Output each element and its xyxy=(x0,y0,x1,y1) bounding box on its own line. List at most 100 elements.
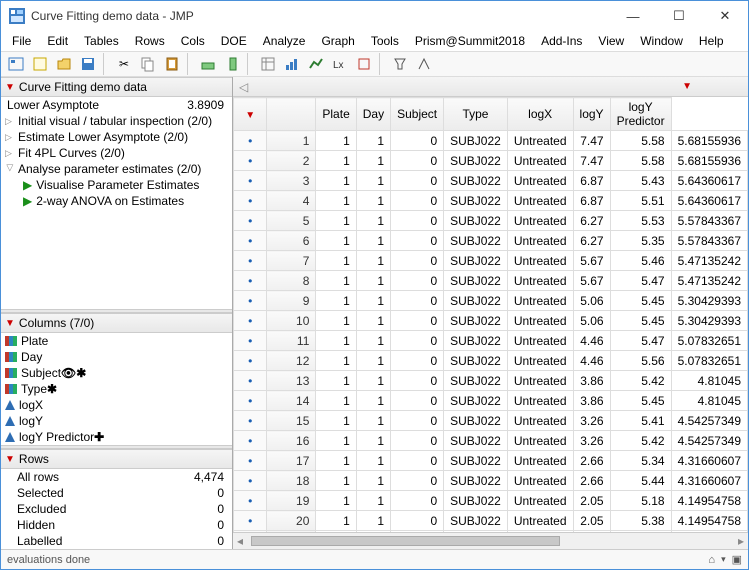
row-marker[interactable]: • xyxy=(234,171,267,191)
cell-pred[interactable]: 4.14954758 xyxy=(671,511,747,531)
row-marker-header[interactable]: ▼ xyxy=(234,98,267,131)
cell-plate[interactable]: 1 xyxy=(316,211,356,231)
cell-subject[interactable]: 0 xyxy=(391,351,444,371)
cell-pred[interactable]: 5.64360617 xyxy=(671,171,747,191)
row-marker[interactable]: • xyxy=(234,191,267,211)
menu-edit[interactable]: Edit xyxy=(40,32,75,50)
cell-type[interactable]: Untreated xyxy=(507,231,573,251)
cell-type[interactable]: Untreated xyxy=(507,451,573,471)
cell-logy[interactable]: 5.58 xyxy=(610,131,671,151)
menu-analyze[interactable]: Analyze xyxy=(256,32,313,50)
cell-plate[interactable]: 1 xyxy=(316,411,356,431)
cell-type[interactable]: Untreated xyxy=(507,311,573,331)
cell-plate[interactable]: 1 xyxy=(316,471,356,491)
row-marker[interactable]: • xyxy=(234,331,267,351)
cell-subjname[interactable]: SUBJ022 xyxy=(444,471,508,491)
column-header[interactable]: Day xyxy=(356,98,390,131)
cell-subject[interactable]: 0 xyxy=(391,471,444,491)
cell-day[interactable]: 1 xyxy=(356,531,390,533)
toolbar-btn-12[interactable] xyxy=(305,53,327,75)
table-row[interactable]: •6110SUBJ022Untreated6.275.355.57843367 xyxy=(234,231,748,251)
row-number[interactable]: 21 xyxy=(267,531,316,533)
cell-day[interactable]: 1 xyxy=(356,211,390,231)
cell-logy[interactable]: 5.56 xyxy=(610,351,671,371)
table-row[interactable]: •8110SUBJ022Untreated5.675.475.47135242 xyxy=(234,271,748,291)
menu-addins[interactable]: Add-Ins xyxy=(534,32,589,50)
cell-day[interactable]: 1 xyxy=(356,171,390,191)
table-row[interactable]: •15110SUBJ022Untreated3.265.414.54257349 xyxy=(234,411,748,431)
row-marker[interactable]: • xyxy=(234,291,267,311)
script-item[interactable]: ▶2-way ANOVA on Estimates xyxy=(1,193,232,209)
horizontal-scrollbar[interactable]: ◂▸ xyxy=(233,532,748,549)
cell-subjname[interactable]: SUBJ022 xyxy=(444,531,508,533)
cell-day[interactable]: 1 xyxy=(356,491,390,511)
cell-subject[interactable]: 0 xyxy=(391,391,444,411)
cell-logx[interactable]: 6.87 xyxy=(573,191,610,211)
cell-type[interactable]: Untreated xyxy=(507,251,573,271)
column-item[interactable]: Type ✱ xyxy=(1,381,232,397)
cell-subjname[interactable]: SUBJ022 xyxy=(444,331,508,351)
cell-plate[interactable]: 1 xyxy=(316,191,356,211)
toolbar-btn-2[interactable] xyxy=(29,53,51,75)
cell-type[interactable]: Untreated xyxy=(507,531,573,533)
cell-subject[interactable]: 0 xyxy=(391,511,444,531)
row-number[interactable]: 17 xyxy=(267,451,316,471)
row-number[interactable]: 10 xyxy=(267,311,316,331)
cell-day[interactable]: 1 xyxy=(356,191,390,211)
cell-logy[interactable]: 5.46 xyxy=(610,251,671,271)
row-marker[interactable]: • xyxy=(234,311,267,331)
cell-pred[interactable]: 5.64360617 xyxy=(671,191,747,211)
cell-pred[interactable]: 5.30429393 xyxy=(671,311,747,331)
toolbar-save-icon[interactable] xyxy=(77,53,99,75)
cell-pred[interactable]: 5.68155936 xyxy=(671,151,747,171)
cell-logx[interactable]: 5.06 xyxy=(573,291,610,311)
cell-logy[interactable]: 5.58 xyxy=(610,151,671,171)
toolbar-paste-icon[interactable] xyxy=(161,53,183,75)
cell-subjname[interactable]: SUBJ022 xyxy=(444,191,508,211)
cell-pred[interactable]: 5.47135242 xyxy=(671,251,747,271)
cell-logx[interactable]: 5.67 xyxy=(573,251,610,271)
cell-subjname[interactable]: SUBJ022 xyxy=(444,271,508,291)
cell-subject[interactable]: 0 xyxy=(391,131,444,151)
cell-logy[interactable]: 5.35 xyxy=(610,231,671,251)
table-row[interactable]: •17110SUBJ022Untreated2.665.344.31660607 xyxy=(234,451,748,471)
cell-plate[interactable]: 1 xyxy=(316,431,356,451)
cell-logx[interactable]: 3.26 xyxy=(573,411,610,431)
menu-rows[interactable]: Rows xyxy=(128,32,172,50)
cell-logx[interactable]: 2.05 xyxy=(573,511,610,531)
row-marker[interactable]: • xyxy=(234,451,267,471)
cell-plate[interactable]: 1 xyxy=(316,351,356,371)
cell-type[interactable]: Untreated xyxy=(507,391,573,411)
cell-plate[interactable]: 1 xyxy=(316,311,356,331)
cell-logx[interactable]: 5.06 xyxy=(573,311,610,331)
cell-day[interactable]: 1 xyxy=(356,371,390,391)
cell-logy[interactable]: 5.38 xyxy=(610,511,671,531)
cell-pred[interactable]: 4.31660607 xyxy=(671,451,747,471)
table-row[interactable]: •3110SUBJ022Untreated6.875.435.64360617 xyxy=(234,171,748,191)
row-number-header[interactable] xyxy=(267,98,316,131)
cell-subjname[interactable]: SUBJ022 xyxy=(444,491,508,511)
col-menu-icon[interactable]: ▼ xyxy=(682,81,692,92)
rows-info-item[interactable]: Labelled0 xyxy=(1,533,232,549)
cell-subjname[interactable]: SUBJ022 xyxy=(444,511,508,531)
cell-plate[interactable]: 1 xyxy=(316,531,356,533)
cell-logy[interactable]: 5.18 xyxy=(610,491,671,511)
row-marker[interactable]: • xyxy=(234,491,267,511)
cell-plate[interactable]: 1 xyxy=(316,171,356,191)
cell-type[interactable]: Untreated xyxy=(507,411,573,431)
cell-day[interactable]: 1 xyxy=(356,391,390,411)
rows-panel-header[interactable]: ▼ Rows xyxy=(1,449,232,469)
menu-doe[interactable]: DOE xyxy=(214,32,254,50)
cell-plate[interactable]: 1 xyxy=(316,131,356,151)
toolbar-btn-11[interactable] xyxy=(281,53,303,75)
cell-logx[interactable]: 2.66 xyxy=(573,451,610,471)
script-item[interactable]: ▷Estimate Lower Asymptote (2/0) xyxy=(1,129,232,145)
row-marker[interactable]: • xyxy=(234,211,267,231)
outline-tri-icon[interactable]: ▷ xyxy=(5,164,16,174)
row-marker[interactable]: • xyxy=(234,431,267,451)
row-number[interactable]: 8 xyxy=(267,271,316,291)
cell-subject[interactable]: 0 xyxy=(391,311,444,331)
row-marker[interactable]: • xyxy=(234,531,267,533)
menu-cols[interactable]: Cols xyxy=(174,32,212,50)
cell-subjname[interactable]: SUBJ022 xyxy=(444,451,508,471)
